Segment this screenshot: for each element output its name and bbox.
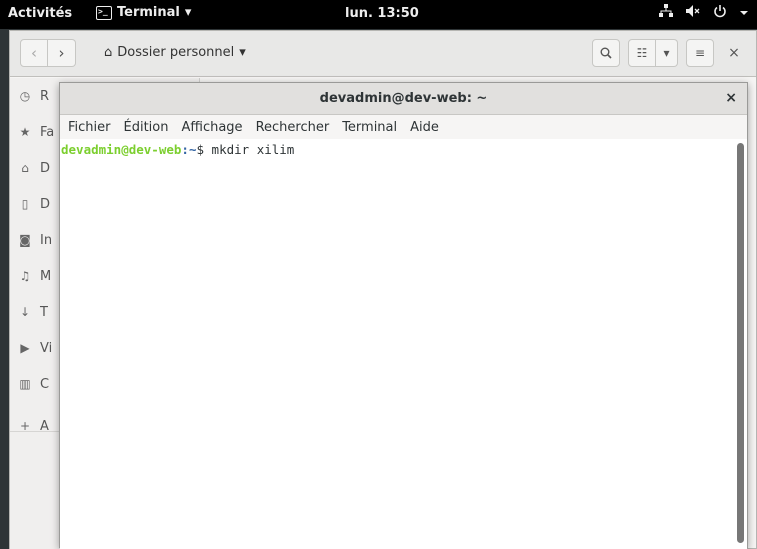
sidebar-item-trash[interactable]: ▥ C <box>18 374 49 394</box>
search-button[interactable] <box>592 39 620 67</box>
view-list-button[interactable]: ☷ <box>628 39 656 67</box>
home-icon: ⌂ <box>21 161 29 175</box>
video-icon: ▶ <box>20 341 30 355</box>
power-icon[interactable] <box>713 4 727 22</box>
document-icon: ▯ <box>21 197 29 211</box>
menu-terminal[interactable]: Terminal <box>342 120 404 135</box>
terminal-window: devadmin@dev-web: ~ × Fichier Édition Af… <box>59 82 748 549</box>
view-options-button[interactable]: ▾ <box>656 39 678 67</box>
files-header-bar: ‹ › ⌂ Dossier personnel ▾ ☷ ▾ ≡ × <box>10 31 756 77</box>
star-icon: ★ <box>19 125 31 139</box>
camera-icon: ◙ <box>19 233 31 247</box>
sidebar-item-label: In <box>40 232 53 248</box>
sidebar-item-label: C <box>40 376 50 392</box>
chevron-down-icon[interactable] <box>739 5 749 21</box>
menu-aide[interactable]: Aide <box>410 120 446 135</box>
menu-affichage[interactable]: Affichage <box>181 120 249 135</box>
sidebar-item-documents[interactable]: ▯ D <box>18 194 50 214</box>
home-icon: ⌂ <box>104 45 113 60</box>
terminal-output[interactable]: devadmin@dev-web:~$ mkdir xilim <box>60 139 747 549</box>
sidebar-item-downloads[interactable]: ↓ T <box>18 302 48 322</box>
sidebar-item-label: D <box>40 160 51 176</box>
trash-icon: ▥ <box>19 377 31 391</box>
app-menu-label: Terminal <box>117 5 180 20</box>
terminal-title-bar[interactable]: devadmin@dev-web: ~ × <box>60 83 747 115</box>
network-icon[interactable] <box>659 4 673 22</box>
clock-icon: ◷ <box>19 89 31 103</box>
files-close-button[interactable]: × <box>722 45 746 61</box>
menu-edition[interactable]: Édition <box>124 120 176 135</box>
menu-rechercher[interactable]: Rechercher <box>256 120 337 135</box>
command-text: mkdir xilim <box>211 142 295 157</box>
sidebar-item-label: Fa <box>40 124 55 140</box>
terminal-menu-bar: Fichier Édition Affichage Rechercher Ter… <box>60 115 747 139</box>
forward-button[interactable]: › <box>48 39 76 67</box>
search-icon <box>600 47 612 59</box>
sidebar-item-label: M <box>40 268 52 284</box>
volume-muted-icon[interactable] <box>685 4 701 22</box>
sidebar-item-recent[interactable]: ◷ R <box>18 86 49 106</box>
terminal-title: devadmin@dev-web: ~ <box>319 91 488 106</box>
sidebar-item-label: A <box>40 418 49 434</box>
path-label: Dossier personnel <box>117 45 235 60</box>
download-icon: ↓ <box>19 305 31 319</box>
path-bar[interactable]: ⌂ Dossier personnel ▾ <box>104 45 246 60</box>
sidebar-item-label: R <box>40 88 50 104</box>
sidebar-item-label: D <box>40 196 51 212</box>
menu-fichier[interactable]: Fichier <box>68 120 118 135</box>
plus-icon: + <box>19 419 31 433</box>
terminal-close-button[interactable]: × <box>725 90 737 106</box>
chevron-down-icon: ▾ <box>184 5 192 20</box>
top-bar: Activités >_ Terminal ▾ lun. 13:50 <box>0 0 757 29</box>
sidebar-item-label: T <box>40 304 48 320</box>
chevron-down-icon: ▾ <box>239 45 246 60</box>
sidebar-item-label: Vi <box>40 340 53 356</box>
sidebar-item-images[interactable]: ◙ In <box>18 230 52 250</box>
navigation-buttons: ‹ › <box>20 39 76 67</box>
terminal-scrollbar[interactable] <box>737 143 744 543</box>
prompt-user-host: devadmin@dev-web <box>61 142 182 157</box>
header-actions: ☷ ▾ ≡ × <box>592 39 746 67</box>
menu-button[interactable]: ≡ <box>686 39 714 67</box>
sidebar-item-other-locations[interactable]: + A <box>18 416 49 436</box>
music-icon: ♫ <box>19 269 31 283</box>
clock[interactable]: lun. 13:50 <box>345 6 419 21</box>
system-tray[interactable] <box>659 4 749 22</box>
prompt-path: :~ <box>181 142 197 157</box>
sidebar-item-home[interactable]: ⌂ D <box>18 158 50 178</box>
back-button[interactable]: ‹ <box>20 39 48 67</box>
sidebar-item-music[interactable]: ♫ M <box>18 266 52 286</box>
prompt-symbol: $ <box>196 142 212 157</box>
activities-button[interactable]: Activités <box>8 6 72 21</box>
app-menu-button[interactable]: >_ Terminal ▾ <box>96 5 191 20</box>
view-toggle-group: ☷ ▾ <box>628 39 678 67</box>
sidebar-item-favorites[interactable]: ★ Fa <box>18 122 55 142</box>
terminal-icon: >_ <box>96 5 112 20</box>
sidebar-item-videos[interactable]: ▶ Vi <box>18 338 52 358</box>
